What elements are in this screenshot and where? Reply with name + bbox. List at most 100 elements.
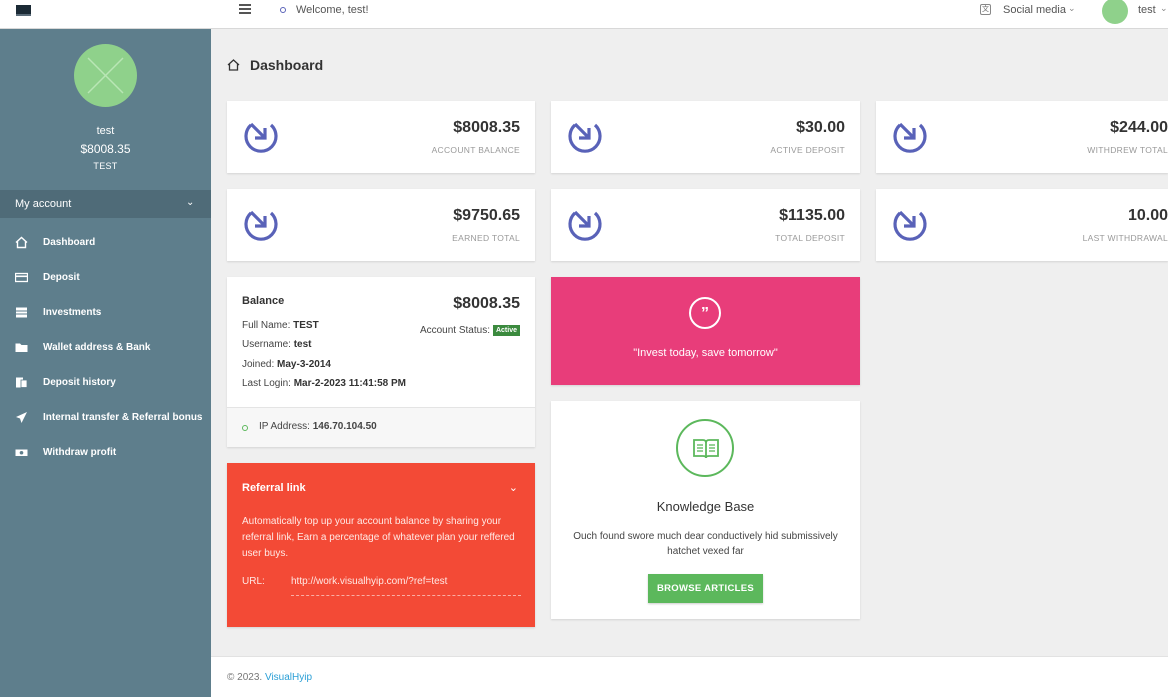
- joined-label: Joined:: [242, 359, 275, 370]
- knowledge-base-description: Ouch found swore much dear conductively …: [573, 531, 838, 557]
- stat-label: WITHDREW TOTAL: [1087, 145, 1168, 155]
- balance-card: Balance $8008.35 Full Name: TEST Account…: [227, 277, 535, 447]
- footer: © 2023. VisualHyip: [211, 656, 1168, 697]
- stat-label: ACCOUNT BALANCE: [431, 145, 520, 155]
- chevron-down-icon: ⌄: [186, 197, 195, 208]
- status-dot-icon: [242, 425, 248, 431]
- knowledge-base-card: Knowledge Base Ouch found swore much dea…: [551, 401, 860, 619]
- arrow-down-right-circle-icon: [893, 122, 927, 153]
- my-account-toggle[interactable]: My account ⌄: [0, 190, 211, 218]
- username-label: Username:: [242, 339, 291, 350]
- card-icon: [15, 272, 28, 283]
- last-login-row: Last Login: Mar-2-2023 11:41:58 PM: [242, 378, 406, 389]
- referral-url-label: URL:: [242, 576, 265, 587]
- arrow-down-right-circle-icon: [568, 210, 602, 241]
- sidebar-item-label: Deposit: [43, 272, 80, 283]
- balance-title: Balance: [242, 295, 285, 307]
- arrow-down-right-circle-icon: [244, 122, 278, 153]
- sidebar-item-investments[interactable]: Investments: [0, 296, 211, 331]
- footer-copyright: © 2023. VisualHyip: [227, 672, 312, 683]
- balance-amount: $8008.35: [453, 295, 520, 312]
- stat-value: $30.00: [796, 119, 845, 136]
- stat-card-active-deposit: $30.00 ACTIVE DEPOSIT: [551, 101, 860, 173]
- sidebar-item-internal-transfer[interactable]: Internal transfer & Referral bonus: [0, 401, 211, 436]
- sidebar-item-deposit[interactable]: Deposit: [0, 261, 211, 296]
- quote-card: ” "Invest today, save tomorrow": [551, 277, 860, 385]
- social-media-dropdown[interactable]: Social media: [1003, 4, 1066, 16]
- browse-articles-button[interactable]: BROWSE ARTICLES: [648, 574, 763, 603]
- welcome-text: Welcome, test!: [296, 4, 369, 16]
- profile-name: test: [96, 125, 115, 137]
- joined-value: May-3-2014: [277, 359, 331, 370]
- status-dot-icon: [280, 7, 286, 13]
- stat-label: EARNED TOTAL: [452, 233, 520, 243]
- top-bar: Welcome, test! 文 Social media ⌄ test ⌄: [0, 0, 1168, 29]
- referral-description: Automatically top up your account balanc…: [242, 516, 515, 559]
- chevron-down-icon[interactable]: ⌄: [1068, 3, 1076, 14]
- username-row: Username: test: [242, 339, 311, 350]
- stat-value: $244.00: [1110, 119, 1168, 136]
- referral-card: Referral link ⌄ Automatically top up you…: [227, 463, 535, 627]
- stat-label: ACTIVE DEPOSIT: [770, 145, 845, 155]
- divider: [291, 595, 521, 596]
- sidebar-item-wallet[interactable]: Wallet address & Bank: [0, 331, 211, 366]
- stat-value: $8008.35: [453, 119, 520, 136]
- arrow-down-right-circle-icon: [893, 210, 927, 241]
- sidebar-menu: Dashboard Deposit Investments Wallet add…: [0, 226, 211, 471]
- referral-url[interactable]: http://work.visualhyip.com/?ref=test: [291, 576, 447, 587]
- logo[interactable]: [16, 5, 31, 16]
- quote-icon: ”: [689, 297, 721, 329]
- sidebar-item-label: Investments: [43, 307, 102, 318]
- sidebar-item-deposit-history[interactable]: Deposit history: [0, 366, 211, 401]
- ip-address: IP Address: 146.70.104.50: [259, 421, 377, 432]
- stat-card-withdrew-total: $244.00 WITHDREW TOTAL: [876, 101, 1168, 173]
- money-icon: [15, 449, 28, 456]
- sidebar-item-dashboard[interactable]: Dashboard: [0, 226, 211, 261]
- copyright-text: © 2023.: [227, 672, 263, 683]
- avatar[interactable]: [1102, 0, 1128, 24]
- account-status-label: Account Status:: [419, 325, 490, 337]
- sidebar: test $8008.35 TEST My account ⌄ Dashboar…: [0, 29, 211, 697]
- last-login-label: Last Login:: [242, 378, 291, 389]
- sidebar-item-label: Internal transfer & Referral bonus: [43, 412, 203, 423]
- referral-title: Referral link: [242, 482, 306, 494]
- last-login-value: Mar-2-2023 11:41:58 PM: [293, 378, 407, 389]
- chevron-down-icon[interactable]: ⌄: [509, 481, 518, 494]
- stack-icon: [16, 307, 27, 318]
- full-name-row: Full Name: TEST: [242, 320, 319, 331]
- arrow-down-right-circle-icon: [244, 210, 278, 241]
- user-menu[interactable]: test: [1138, 4, 1156, 16]
- quote-text: "Invest today, save tomorrow": [633, 347, 778, 359]
- profile-avatar: [74, 44, 137, 107]
- ip-value: 146.70.104.50: [312, 421, 377, 432]
- stat-label: TOTAL DEPOSIT: [775, 233, 845, 243]
- ip-address-bar: IP Address: 146.70.104.50: [227, 407, 535, 447]
- knowledge-base-title: Knowledge Base: [656, 499, 755, 514]
- main-content: Dashboard $8008.35 ACCOUNT BALANCE $30.0…: [211, 29, 1168, 656]
- home-icon: [227, 59, 240, 71]
- sidebar-item-withdraw[interactable]: Withdraw profit: [0, 436, 211, 471]
- joined-row: Joined: May-3-2014: [242, 359, 331, 370]
- stat-value: $9750.65: [453, 207, 520, 224]
- history-icon: [16, 377, 28, 388]
- hamburger-menu-icon[interactable]: [239, 4, 251, 16]
- send-icon: [16, 412, 27, 423]
- full-name-label: Full Name:: [242, 320, 291, 331]
- sidebar-item-label: Wallet address & Bank: [43, 342, 151, 353]
- stat-value: $1135.00: [779, 207, 845, 224]
- arrow-down-right-circle-icon: [568, 122, 602, 153]
- footer-brand-link[interactable]: VisualHyip: [265, 672, 312, 683]
- stat-card-total-deposit: $1135.00 TOTAL DEPOSIT: [551, 189, 860, 261]
- profile-balance: $8008.35: [80, 142, 131, 156]
- ip-label: IP Address:: [259, 421, 310, 432]
- page-title: Dashboard: [250, 57, 324, 73]
- sidebar-item-label: Withdraw profit: [43, 447, 117, 458]
- status-badge: Active: [492, 325, 520, 336]
- book-icon: [676, 419, 734, 477]
- stat-label: LAST WITHDRAWAL: [1082, 233, 1168, 243]
- stat-value: 10.00: [1127, 207, 1168, 224]
- my-account-label: My account: [15, 198, 72, 210]
- translate-icon[interactable]: 文: [980, 4, 991, 15]
- profile-subtitle: TEST: [93, 161, 118, 171]
- chevron-down-icon[interactable]: ⌄: [1160, 3, 1168, 14]
